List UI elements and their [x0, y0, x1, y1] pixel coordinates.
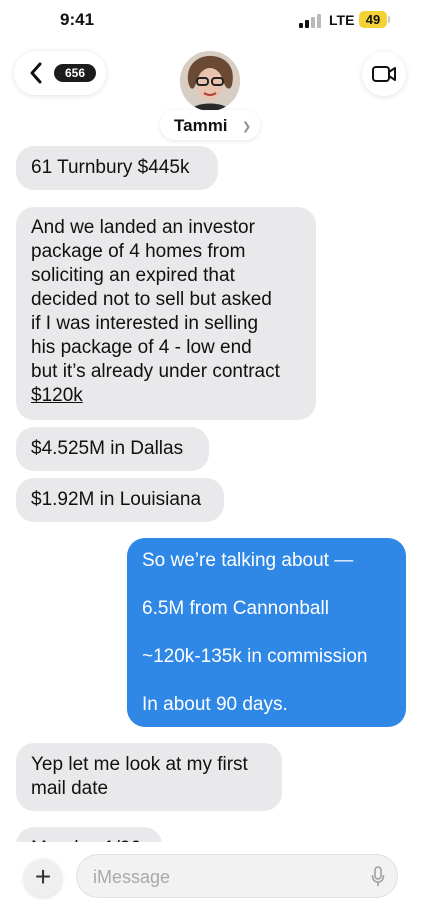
- message-line: 61 Turnbury $445k: [31, 157, 190, 178]
- message-bubble-incoming[interactable]: $1.92M in Louisiana: [16, 478, 224, 522]
- video-camera-icon: [372, 66, 396, 82]
- message-line: $1.92M in Louisiana: [31, 489, 202, 510]
- message-line: In about 90 days.: [142, 694, 288, 715]
- message-line: $4.525M in Dallas: [31, 438, 184, 459]
- message-bubble-outgoing[interactable]: So we’re talking about — 6.5M from Canno…: [127, 538, 406, 727]
- message-line: his package of 4 - low end: [31, 337, 252, 358]
- message-line: package of 4 homes from: [31, 241, 246, 262]
- battery-icon: 49: [359, 11, 387, 28]
- network-type: LTE: [329, 12, 355, 28]
- chevron-right-icon: ❯: [242, 121, 252, 133]
- unread-count-badge: 656: [54, 64, 96, 82]
- message-bubble-incoming[interactable]: 61 Turnbury $445k: [16, 146, 218, 190]
- add-attachment-button[interactable]: +: [24, 859, 62, 897]
- message-line: 6.5M from Cannonball: [142, 598, 329, 619]
- message-bubble-incoming[interactable]: And we landed an investor package of 4 h…: [16, 207, 316, 420]
- message-input-placeholder: iMessage: [93, 867, 171, 887]
- message-line: And we landed an investor: [31, 217, 255, 238]
- message-text: 61 Turnbury $445k: [31, 156, 203, 180]
- message-bubble-incoming[interactable]: $4.525M in Dallas: [16, 427, 209, 471]
- contact-name: Tammi: [174, 116, 228, 135]
- battery-tip: [388, 16, 390, 23]
- avatar-image: [180, 51, 240, 111]
- chevron-left-icon: [30, 62, 42, 84]
- message-line: decided not to sell but asked: [31, 289, 272, 310]
- price-link[interactable]: $120k: [31, 384, 301, 408]
- status-time: 9:41: [60, 10, 95, 29]
- message-line: mail date: [31, 778, 109, 799]
- contact-name-button[interactable]: Tammi ❯: [160, 110, 260, 140]
- message-line: if I was interested in selling: [31, 313, 259, 334]
- microphone-icon[interactable]: [371, 866, 385, 888]
- signal-strength-icon: [299, 14, 321, 28]
- message-line: So we’re talking about —: [142, 550, 354, 571]
- message-input[interactable]: iMessage: [76, 854, 398, 898]
- message-line: Yep let me look at my first: [31, 754, 248, 775]
- video-call-button[interactable]: [362, 52, 406, 96]
- status-bar: 9:41 LTE 49: [0, 0, 429, 44]
- back-button[interactable]: 656: [14, 51, 106, 95]
- message-bubble-incoming[interactable]: Yep let me look at my first mail date: [16, 743, 282, 811]
- message-line: soliciting an expired that: [31, 265, 235, 286]
- message-line: ~120k-135k in commission: [142, 646, 368, 667]
- contact-avatar[interactable]: [180, 51, 240, 111]
- plus-icon: +: [34, 861, 52, 892]
- message-line: but it’s already under contract: [31, 361, 280, 382]
